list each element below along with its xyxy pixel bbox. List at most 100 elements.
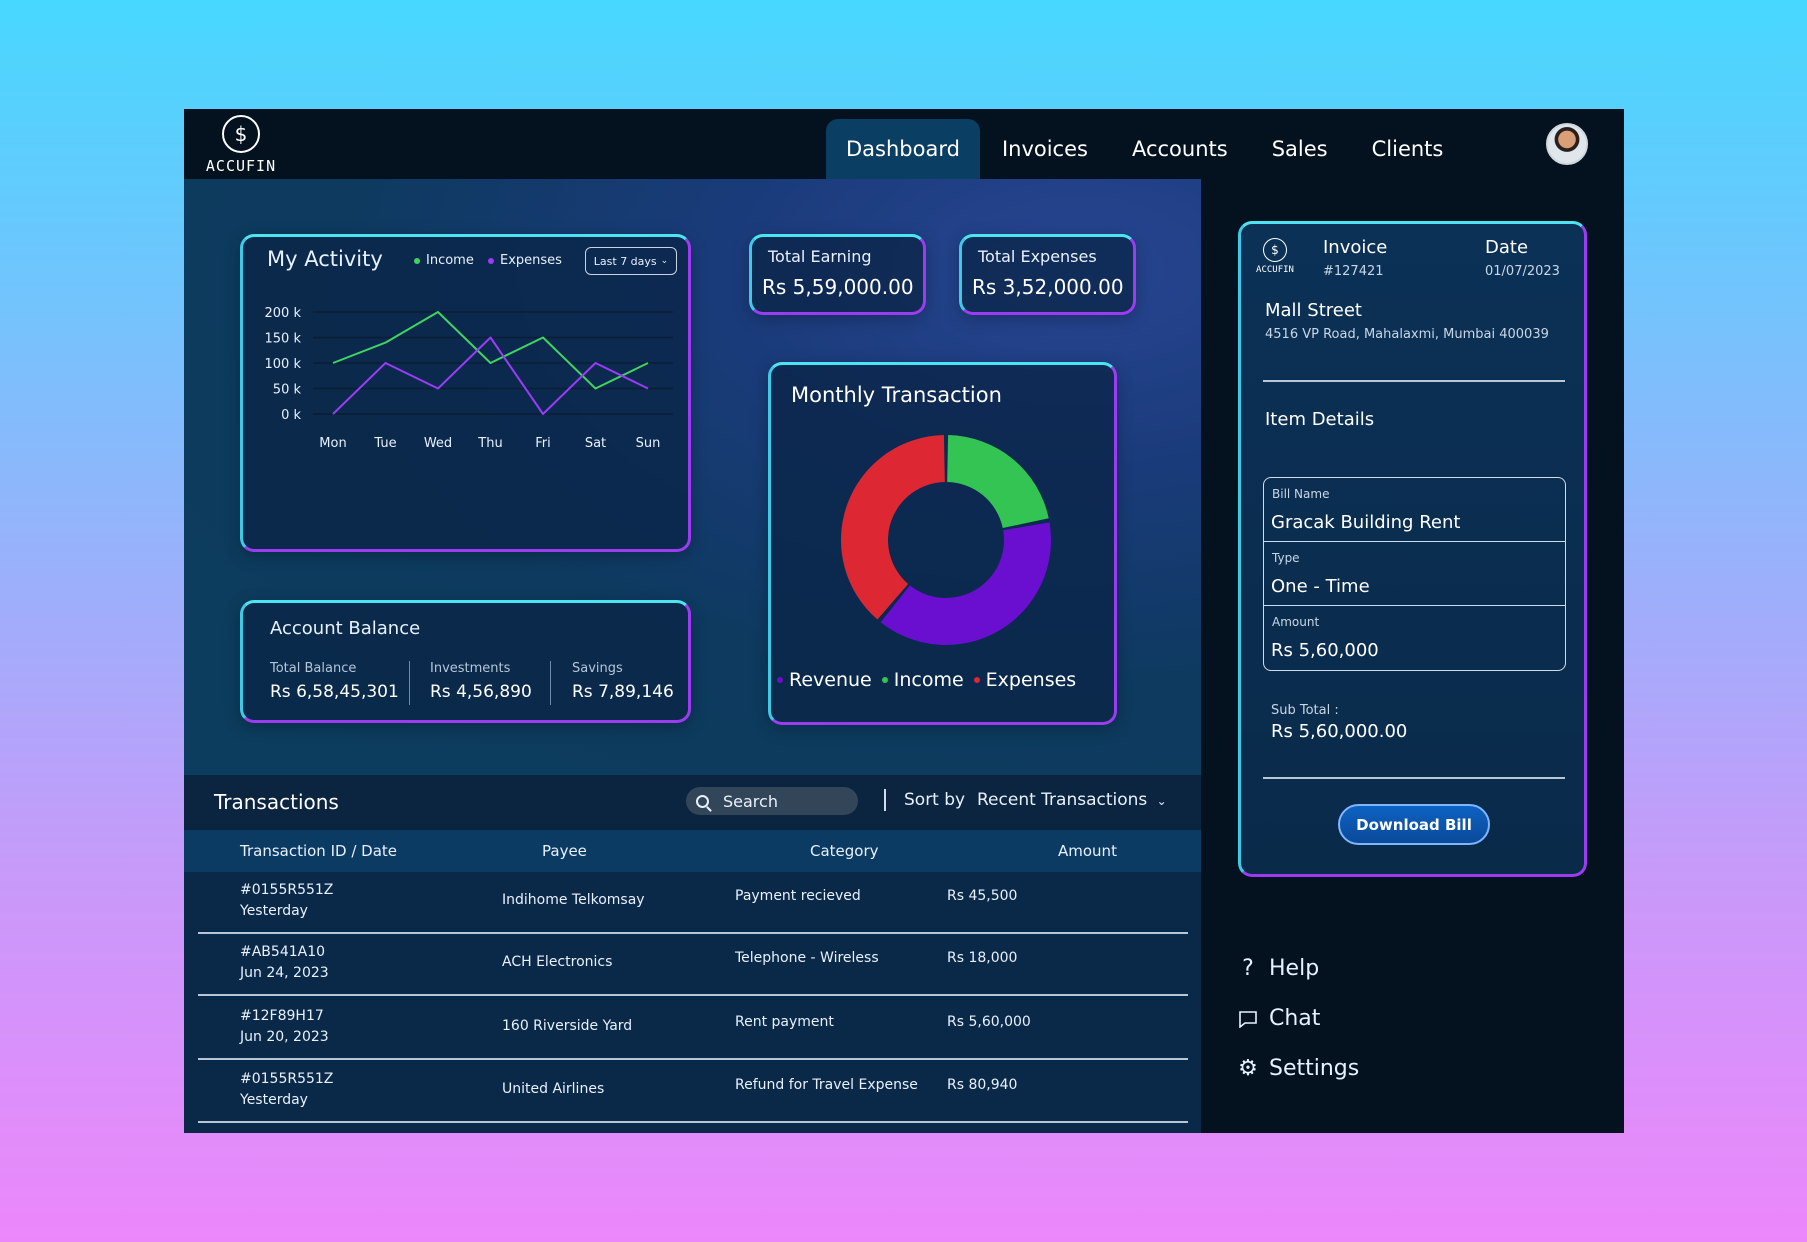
brand-logo[interactable]: $ ACCUFIN [204,115,278,175]
subtotal-value: Rs 5,60,000.00 [1271,721,1408,742]
avatar[interactable] [1546,123,1588,165]
expenses-dot-icon [488,257,494,264]
search-input[interactable]: Search [686,787,858,815]
legend-expenses: Expenses [973,669,1077,691]
y-tick-label: 0 k [281,408,301,423]
bill-name-field[interactable]: Bill Name Gracak Building Rent [1264,478,1565,542]
income-line [332,311,649,390]
legend-revenue: Revenue [777,669,872,691]
tx-amount: Rs 80,940 [947,1077,1018,1093]
sort-value: Recent Transactions [977,790,1148,810]
x-tick-label: Sat [585,436,606,451]
help-icon: ? [1242,956,1254,981]
transactions-panel: Transactions Search Sort by Recent Trans… [184,775,1201,1133]
legend-income-label: Income [893,669,964,691]
y-tick-label: 100 k [265,357,302,372]
tx-category: Rent payment [735,1014,834,1030]
chat-label: Chat [1269,1006,1321,1031]
col-transaction-id[interactable]: Transaction ID / Date [240,842,397,860]
chat-link[interactable]: Chat [1237,1006,1320,1031]
tx-date: Yesterday [240,903,308,919]
bill-name-label: Bill Name [1272,487,1330,501]
tx-amount: Rs 45,500 [947,888,1018,904]
divider [1263,380,1565,382]
nav-dashboard[interactable]: Dashboard [826,119,980,179]
transactions-title: Transactions [214,790,339,814]
tx-id: #12F89H17 [240,1008,324,1024]
monthly-legend: Revenue Income Expenses [777,669,1076,691]
range-label: Last 7 days [593,254,657,268]
table-row[interactable]: #0155R551Z Yesterday United Airlines Refu… [198,1061,1188,1123]
x-tick-label: Tue [373,436,396,451]
activity-line-chart: 200 k 150 k 100 k 50 k 0 k Mon Tue Wed Thu Fri Sat… [265,306,673,451]
revenue-dot-icon [777,677,783,683]
col-amount[interactable]: Amount [1058,842,1117,860]
item-details-fields: Bill Name Gracak Building Rent Type One … [1263,477,1566,671]
invoice-card: $ ACCUFIN Invoice #127421 Date 01/07/202… [1238,221,1587,877]
investments: Investments Rs 4,56,890 [430,661,532,702]
invoice-logo-text: ACCUFIN [1256,265,1294,275]
tx-id-date: #0155R551Z Yesterday [240,880,333,922]
type-field[interactable]: Type One - Time [1264,542,1565,606]
invoice-label: Invoice [1323,237,1388,258]
legend-revenue-label: Revenue [789,669,872,691]
x-tick-label: Sun [636,436,661,451]
download-bill-button[interactable]: Download Bill [1338,804,1490,845]
range-dropdown[interactable]: Last 7 days ⌄ [585,247,677,275]
income-dot-icon [881,677,888,683]
investments-value: Rs 4,56,890 [430,682,532,702]
nav-clients[interactable]: Clients [1350,119,1466,179]
date-value: 01/07/2023 [1485,264,1560,279]
chat-icon [1237,1010,1259,1028]
table-row[interactable]: #AB541A10 Jun 24, 2023 ACH Electronics Te… [198,934,1188,996]
legend-income: Income [881,669,964,691]
tx-category: Payment recieved [735,888,861,904]
table-row[interactable]: #12F89H17 Jun 20, 2023 160 Riverside Yard… [198,998,1188,1060]
tx-amount: Rs 18,000 [947,950,1018,966]
tx-id: #0155R551Z [240,1071,334,1087]
tx-id: #0155R551Z [240,882,334,898]
savings: Savings Rs 7,89,146 [572,661,674,702]
help-link[interactable]: ? Help [1237,956,1319,981]
y-tick-label: 50 k [273,383,302,398]
nav-invoices[interactable]: Invoices [980,119,1110,179]
top-navbar: $ ACCUFIN Dashboard Invoices Accounts Sa… [184,109,1624,179]
sort-dropdown[interactable]: Recent Transactions ⌄ [977,790,1167,810]
divider [884,789,886,811]
street-address: 4516 VP Road, Mahalaxmi, Mumbai 400039 [1265,327,1549,342]
expenses-value: Rs 3,52,000.00 [972,275,1124,299]
amount-field[interactable]: Amount Rs 5,60,000 [1264,606,1565,670]
divider [409,661,410,705]
tx-date: Yesterday [240,1092,308,1108]
table-header: Transaction ID / Date Payee Category Amo… [184,830,1201,872]
tx-id: #AB541A10 [240,944,326,960]
item-details-heading: Item Details [1265,409,1375,430]
search-icon [696,794,709,808]
legend-income: Income [414,253,474,268]
date-label: Date [1485,237,1529,258]
tx-category: Telephone - Wireless [735,950,879,966]
tx-amount: Rs 5,60,000 [947,1014,1031,1030]
legend-expenses: Expenses [488,253,562,268]
table-row[interactable]: #0155R551Z Yesterday Indihome Telkomsay P… [198,872,1188,934]
dollar-logo-icon: $ [1263,238,1287,262]
nav-accounts[interactable]: Accounts [1110,119,1250,179]
balance-title: Account Balance [270,618,421,639]
col-category[interactable]: Category [810,842,879,860]
chevron-down-icon: ⌄ [1156,794,1167,808]
activity-card: My Activity Income Expenses Last 7 days … [240,234,691,552]
col-payee[interactable]: Payee [542,842,587,860]
x-tick-label: Fri [535,436,551,451]
nav-sales[interactable]: Sales [1250,119,1350,179]
tx-date: Jun 20, 2023 [240,1029,329,1045]
search-placeholder: Search [723,791,778,811]
total-balance: Total Balance Rs 6,58,45,301 [270,661,399,702]
tx-id-date: #0155R551Z Yesterday [240,1069,333,1111]
chevron-down-icon: ⌄ [660,256,669,266]
legend-expenses-label: Expenses [985,669,1077,691]
donut-slice-expenses [841,435,945,620]
savings-value: Rs 7,89,146 [572,682,674,702]
tx-category: Refund for Travel Expense [735,1077,918,1093]
earning-value: Rs 5,59,000.00 [762,275,914,299]
settings-link[interactable]: ⚙ Settings [1237,1056,1359,1081]
